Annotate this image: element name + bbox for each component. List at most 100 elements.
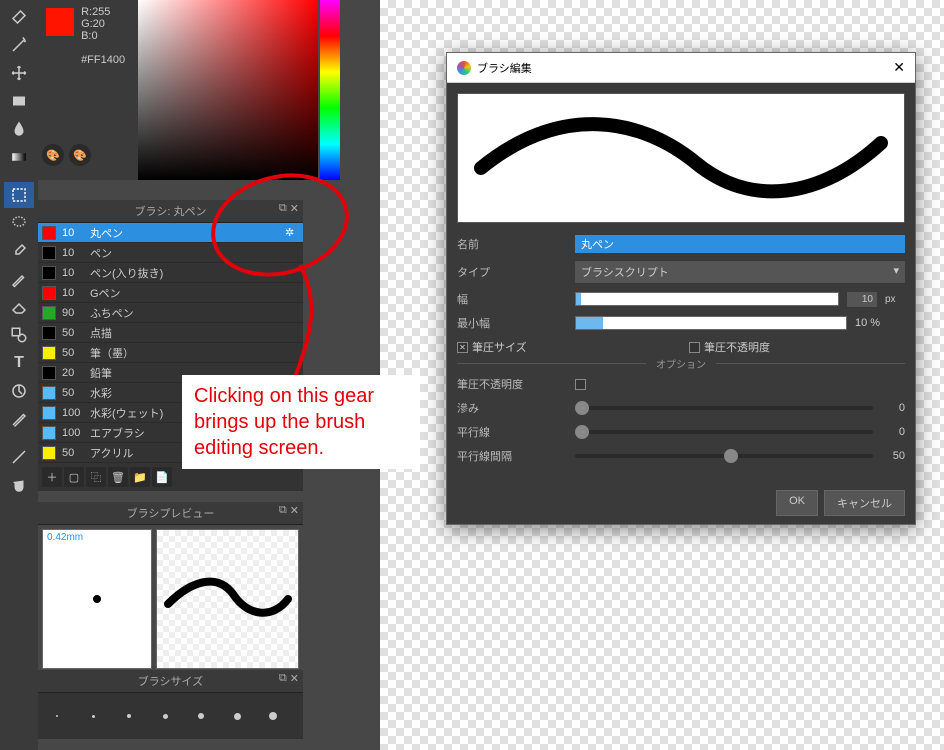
brush-list-item[interactable]: 10Gペン: [38, 283, 303, 303]
type-label: タイプ: [457, 264, 567, 280]
brush-name-label: 筆（墨）: [90, 345, 299, 361]
script-tool-icon[interactable]: [4, 444, 34, 470]
dialog-titlebar[interactable]: ブラシ編集 ✕: [447, 53, 915, 83]
name-label: 名前: [457, 236, 567, 252]
brush-export-icon[interactable]: 📄: [152, 467, 172, 487]
brush-list-item[interactable]: 90ふちペン: [38, 303, 303, 323]
brush-size-value: 50: [62, 327, 90, 339]
ok-button[interactable]: OK: [776, 490, 818, 516]
brush-name-input[interactable]: [575, 235, 905, 253]
ink-tool-icon[interactable]: [4, 116, 34, 142]
opt-bleed-label: 滲み: [457, 400, 567, 416]
brush-list-item[interactable]: 10丸ペン✲: [38, 223, 303, 243]
brush-list-item[interactable]: 10ペン(入り抜き): [38, 263, 303, 283]
brush-name-label: ふちペン: [90, 305, 299, 321]
panel-close-icon[interactable]: ✕: [290, 504, 299, 517]
bleed-slider[interactable]: [575, 406, 873, 410]
brush-list-item[interactable]: 10ペン: [38, 243, 303, 263]
parallel-slider[interactable]: [575, 430, 873, 434]
palette-add-icon[interactable]: 🎨: [69, 144, 91, 166]
brush-size-value: 10: [62, 287, 90, 299]
brush-size-value: 10: [62, 227, 90, 239]
brush-color-swatch: [42, 286, 56, 300]
brush-del-icon[interactable]: 🗑: [108, 467, 128, 487]
brush-size-presets[interactable]: [38, 693, 303, 739]
width-value[interactable]: 10: [847, 292, 877, 307]
color-panel: R:255 G:20 B:0 #FF1400 🎨 🎨: [38, 0, 308, 180]
brush-size-value: 100: [62, 407, 90, 419]
brush-color-swatch: [42, 366, 56, 380]
brush-type-select[interactable]: ブラシスクリプト▾: [575, 261, 905, 283]
brush-add-icon[interactable]: ＋: [42, 467, 62, 487]
panel-popout-icon[interactable]: ⧉: [279, 672, 287, 685]
brush-size-panel: ブラシサイズ ⧉ ✕: [38, 670, 303, 739]
brush-list-item[interactable]: 50点描: [38, 323, 303, 343]
spacing-value: 50: [881, 450, 905, 462]
brush-size-mm: 0.42mm: [47, 532, 83, 543]
panel-popout-icon[interactable]: ⧉: [279, 202, 287, 215]
fill-tool-icon[interactable]: [4, 4, 34, 30]
brush-list-item[interactable]: 50筆（墨）: [38, 343, 303, 363]
panel-close-icon[interactable]: ✕: [290, 202, 299, 215]
brush-preview-panel: ブラシプレビュー ⧉ ✕ 0.42mm: [38, 502, 303, 673]
minwidth-label: 最小幅: [457, 315, 567, 331]
opt-pressure-opacity-checkbox[interactable]: [575, 379, 586, 390]
rect-tool-icon[interactable]: [4, 88, 34, 114]
options-group-label: オプション: [646, 356, 716, 371]
brush-dup-icon[interactable]: ⿻: [86, 467, 106, 487]
width-label: 幅: [457, 291, 567, 307]
brush-panel-header: ブラシ: 丸ペン ⧉ ✕: [38, 200, 303, 223]
eraser-tool-icon[interactable]: [4, 294, 34, 320]
lasso-tool-icon[interactable]: [4, 210, 34, 236]
brush-name-label: Gペン: [90, 285, 299, 301]
gear-icon[interactable]: ✲: [285, 226, 299, 239]
pressure-size-label: 筆圧サイズ: [472, 339, 527, 355]
current-color-swatch[interactable]: [46, 8, 74, 36]
text-tool-icon[interactable]: T: [4, 350, 34, 376]
parallel-value: 0: [881, 426, 905, 438]
move-tool-icon[interactable]: [4, 60, 34, 86]
brush-folder-icon[interactable]: 📁: [130, 467, 150, 487]
brush-size-value: 50: [62, 347, 90, 359]
brush-color-swatch: [42, 266, 56, 280]
brush-color-swatch: [42, 446, 56, 460]
width-slider[interactable]: [575, 292, 839, 306]
brush-color-swatch: [42, 306, 56, 320]
brush-edit-dialog: ブラシ編集 ✕ 名前 タイプ ブラシスクリプト▾ 幅 10 px 最小幅 10 …: [446, 52, 916, 525]
panel-close-icon[interactable]: ✕: [290, 672, 299, 685]
shape-tool-icon[interactable]: [4, 322, 34, 348]
opt-spacing-label: 平行線間隔: [457, 448, 567, 464]
brush-name-label: 点描: [90, 325, 299, 341]
brush-color-swatch: [42, 386, 56, 400]
brush-size-value: 50: [62, 387, 90, 399]
spacing-slider[interactable]: [575, 454, 873, 458]
pressure-opacity-label: 筆圧不透明度: [704, 339, 770, 355]
preview-panel-header: ブラシプレビュー ⧉ ✕: [38, 502, 303, 525]
color-field[interactable]: [138, 0, 318, 180]
dialog-close-icon[interactable]: ✕: [893, 59, 905, 76]
brush-tool-icon[interactable]: [4, 266, 34, 292]
brush-color-swatch: [42, 246, 56, 260]
hand-tool-icon[interactable]: [4, 378, 34, 404]
pen-tool-icon[interactable]: [4, 406, 34, 432]
opt-parallel-label: 平行線: [457, 424, 567, 440]
brush-dot-preview: 0.42mm: [42, 529, 152, 669]
brush-size-value: 10: [62, 267, 90, 279]
brush-name-label: ペン(入り抜き): [90, 265, 299, 281]
palette-icon[interactable]: 🎨: [42, 144, 64, 166]
marquee-tool-icon[interactable]: [4, 182, 34, 208]
wand-tool-icon[interactable]: [4, 32, 34, 58]
brush-new-icon[interactable]: ▢: [64, 467, 84, 487]
pressure-opacity-checkbox[interactable]: [689, 342, 700, 353]
annotation-text: Clicking on this gear brings up the brus…: [182, 375, 420, 469]
eyedropper-tool-icon[interactable]: [4, 238, 34, 264]
pressure-size-checkbox[interactable]: [457, 342, 468, 353]
pan-tool-icon[interactable]: [4, 472, 34, 498]
cancel-button[interactable]: キャンセル: [824, 490, 905, 516]
brush-name-label: 丸ペン: [90, 225, 285, 241]
gradient-tool-icon[interactable]: [4, 144, 34, 170]
brush-size-value: 20: [62, 367, 90, 379]
panel-popout-icon[interactable]: ⧉: [279, 504, 287, 517]
color-rgb-readout: R:255 G:20 B:0 #FF1400: [81, 6, 125, 66]
minwidth-slider[interactable]: [575, 316, 847, 330]
